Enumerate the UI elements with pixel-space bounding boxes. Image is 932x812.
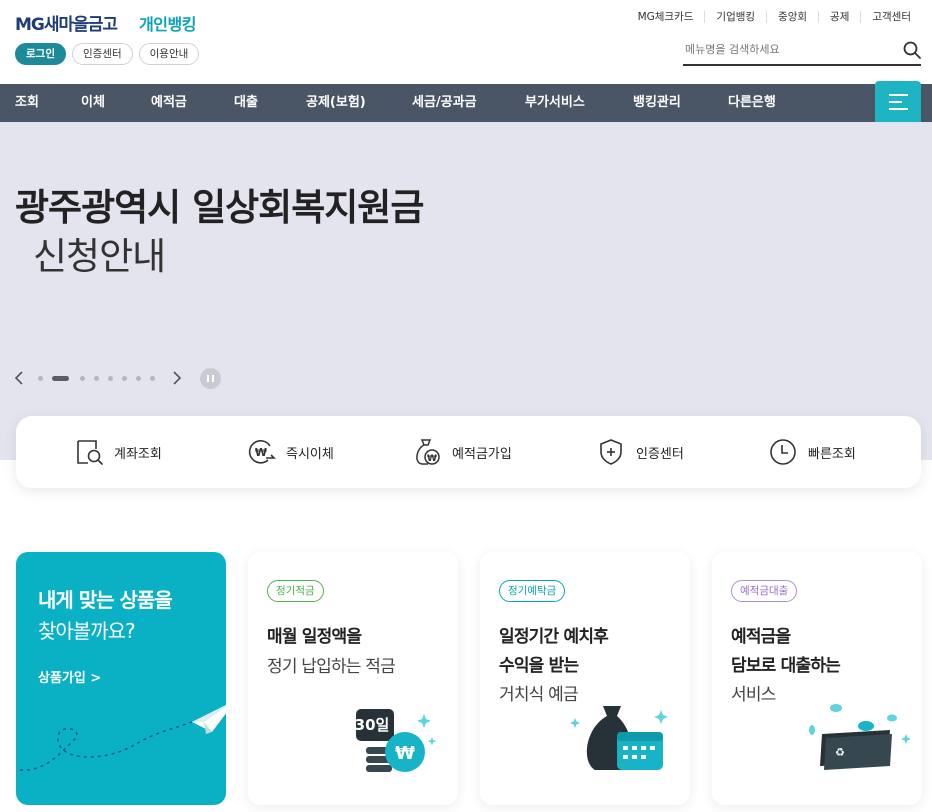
nav-item-inquiry[interactable]: 조회: [15, 84, 39, 122]
calendar-coin-icon: 30일 ₩: [355, 709, 437, 772]
quick-label: 인증센터: [636, 446, 684, 462]
nav-item-other-banks[interactable]: 다른은행: [728, 84, 776, 122]
product-badge: 정기적금: [267, 580, 324, 602]
svg-text:♻: ♻: [835, 746, 845, 759]
quick-label: 예적금가입: [452, 446, 512, 462]
logo-main-text[interactable]: MG새마을금고: [15, 10, 118, 35]
quick-label: 빠른조회: [808, 446, 856, 462]
chevron-left-icon[interactable]: [12, 370, 26, 386]
product-join-link[interactable]: 상품가입 >: [38, 667, 101, 686]
wallet-loan-icon: ♻: [809, 704, 911, 770]
usage-guide-button[interactable]: 이용안내: [138, 43, 200, 65]
nav-item-transfer[interactable]: 이체: [81, 84, 105, 122]
logo-sub-text[interactable]: 개인뱅킹: [139, 11, 196, 35]
quick-label: 즉시이체: [286, 446, 334, 462]
hamburger-line: [889, 108, 908, 110]
hero-subtitle: 신청안내: [33, 235, 166, 278]
pause-icon[interactable]: [200, 368, 221, 389]
account-search-icon: [77, 440, 103, 465]
chevron-right-icon[interactable]: [170, 370, 184, 386]
hamburger-line: [889, 101, 902, 103]
main-nav: 조회 이체 예적금 대출 공제(보험) 세금/공과금 부가서비스 뱅킹관리 다른…: [0, 84, 932, 122]
cert-center-button[interactable]: 인증센터: [71, 43, 133, 65]
quick-instant-transfer[interactable]: ₩ 즉시이체: [246, 436, 334, 468]
util-link-insurance[interactable]: 공제: [818, 11, 860, 23]
product-badge: 예적금대출: [731, 580, 798, 602]
slide-dot[interactable]: [108, 376, 113, 381]
util-link-federation[interactable]: 중앙회: [766, 11, 818, 23]
product-card-installment[interactable]: 정기적금 매월 일정액을 정기 납입하는 적금 30일 ₩: [248, 552, 458, 805]
paper-plane-icon: [19, 705, 226, 771]
nav-item-extra-services[interactable]: 부가서비스: [525, 84, 585, 122]
slide-dot[interactable]: [94, 376, 99, 381]
slide-dot[interactable]: [80, 376, 85, 381]
slide-dot[interactable]: [150, 376, 155, 381]
product-title-line2: 수익을 받는: [499, 656, 579, 676]
quick-account-inquiry[interactable]: 계좌조회: [74, 436, 162, 468]
slide-dot[interactable]: [38, 376, 43, 381]
slide-dot[interactable]: [136, 376, 141, 381]
promo-subtitle: 찾아볼까요?: [38, 619, 136, 643]
svg-text:₩: ₩: [427, 454, 437, 464]
slider-controls: [12, 366, 232, 390]
product-card-deposit-loan[interactable]: 예적금대출 예적금을 담보로 대출하는 서비스 ♻: [712, 552, 922, 805]
nav-item-banking-mgmt[interactable]: 뱅킹관리: [633, 84, 681, 122]
login-button[interactable]: 로그인: [15, 43, 66, 65]
header: MG새마을금고 개인뱅킹 MG체크카드 기업뱅킹 중앙회 공제 고객센터 로그인…: [0, 0, 932, 84]
logo[interactable]: MG새마을금고 개인뱅킹: [15, 10, 196, 35]
quick-savings-join[interactable]: ₩ 예적금가입: [412, 436, 512, 468]
clock-icon: [770, 439, 796, 465]
util-link-checkcard[interactable]: MG체크카드: [627, 11, 705, 23]
account-pills: 로그인 인증센터 이용안내: [15, 43, 200, 65]
art-30-label: 30일: [355, 716, 390, 734]
product-desc: 정기 납입하는 적금: [267, 657, 396, 677]
shield-icon: [600, 439, 622, 465]
product-title-line2: 담보로 대출하는: [731, 656, 841, 676]
utility-nav: MG체크카드 기업뱅킹 중앙회 공제 고객센터: [627, 11, 922, 23]
product-title-line1: 일정기간 예치후: [499, 627, 609, 647]
hero-banner[interactable]: 광주광역시 일상회복지원금 신청안내: [0, 122, 932, 460]
util-link-customer-center[interactable]: 고객센터: [860, 11, 922, 23]
slide-dot-active[interactable]: [52, 376, 69, 381]
product-desc: 서비스: [731, 685, 776, 705]
quick-menu: 계좌조회 ₩ 즉시이체 ₩ 예적금가입 인증센터 빠른조회: [16, 416, 921, 488]
util-link-corporate[interactable]: 기업뱅킹: [704, 11, 766, 23]
nav-item-insurance[interactable]: 공제(보험): [306, 84, 366, 122]
svg-text:₩: ₩: [395, 743, 415, 764]
nav-item-deposit[interactable]: 예적금: [151, 84, 187, 122]
product-title: 매월 일정액을: [267, 627, 362, 647]
quick-fast-inquiry[interactable]: 빠른조회: [768, 436, 856, 468]
search-box: [683, 40, 921, 66]
savings-bag-icon: ₩: [416, 439, 440, 465]
product-title-line1: 예적금을: [731, 627, 791, 647]
quick-label: 계좌조회: [114, 446, 162, 462]
search-icon[interactable]: [903, 41, 921, 59]
promo-card[interactable]: 내게 맞는 상품을 찾아볼까요? 상품가입 >: [16, 552, 226, 805]
product-card-fixed-deposit[interactable]: 정기예탁금 일정기간 예치후 수익을 받는 거치식 예금: [480, 552, 690, 805]
nav-item-loan[interactable]: 대출: [234, 84, 258, 122]
quick-cert-center[interactable]: 인증센터: [596, 436, 684, 468]
transfer-icon: ₩: [248, 440, 276, 464]
search-input[interactable]: [685, 43, 885, 56]
money-bag-calendar-icon: [570, 706, 668, 770]
hamburger-line: [889, 94, 908, 96]
nav-item-tax[interactable]: 세금/공과금: [412, 84, 477, 122]
product-badge: 정기예탁금: [499, 580, 566, 602]
hamburger-icon[interactable]: [875, 81, 921, 122]
svg-text:₩: ₩: [255, 446, 267, 459]
promo-title: 내게 맞는 상품을: [38, 588, 173, 612]
slide-dot[interactable]: [122, 376, 127, 381]
hero-title: 광주광역시 일상회복지원금: [15, 186, 424, 229]
